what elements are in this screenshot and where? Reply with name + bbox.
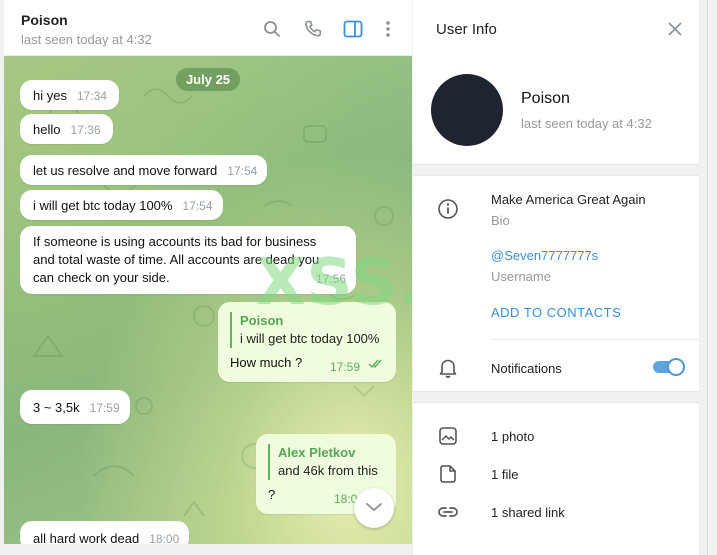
- info-header: User Info: [413, 0, 699, 60]
- info-title: User Info: [436, 21, 497, 38]
- message-time: 17:34: [76, 89, 107, 103]
- message-bubble-incoming[interactable]: let us resolve and move forward 17:54: [20, 155, 268, 185]
- message-text: hi yes: [33, 88, 67, 103]
- add-to-contacts-button[interactable]: ADD TO CONTACTS: [491, 305, 621, 320]
- double-check-icon: [368, 356, 386, 374]
- message-text: let us resolve and move forward: [33, 163, 218, 178]
- message-text-line: If someone is using accounts its bad for…: [33, 234, 317, 249]
- avatar[interactable]: [431, 74, 503, 146]
- message-bubble-incoming[interactable]: hello 17:36: [20, 114, 113, 144]
- message-bubble-incoming[interactable]: all hard work dead 18:00: [20, 521, 190, 544]
- close-button[interactable]: [667, 21, 685, 39]
- profile-name: Poison: [521, 90, 570, 107]
- telegram-window: Poison last seen today at 4:32 July 25 h…: [0, 0, 717, 555]
- reply-author: Alex Pletkov: [278, 445, 356, 460]
- message-time: 17:59: [330, 360, 361, 374]
- message-text: hello: [33, 122, 61, 137]
- message-bubble-incoming[interactable]: hi yes 17:34: [20, 80, 119, 110]
- chat-status: last seen today at 4:32: [21, 32, 152, 47]
- reply-quote[interactable]: Poison i will get btc today 100%: [230, 312, 384, 348]
- toggle-knob: [667, 358, 685, 376]
- message-bubble-incoming[interactable]: i will get btc today 100% 17:54: [20, 190, 223, 220]
- file-icon: [437, 463, 459, 485]
- message-time: 18:00: [149, 532, 180, 544]
- reply-text: and 46k from this: [278, 463, 378, 478]
- notifications-toggle[interactable]: [653, 358, 685, 376]
- message-text: i will get btc today 100%: [33, 198, 173, 213]
- date-separator: July 25: [176, 68, 240, 91]
- reply-text: i will get btc today 100%: [240, 331, 380, 346]
- notifications-label: Notifications: [491, 361, 562, 376]
- bio-text: Make America Great Again: [491, 192, 646, 207]
- chat-pane: Poison last seen today at 4:32 July 25 h…: [4, 0, 412, 544]
- message-bubble-incoming[interactable]: 3 ~ 3,5k 17:59: [20, 390, 130, 424]
- close-icon: [667, 22, 683, 41]
- message-time: 17:59: [89, 401, 120, 415]
- message-time: 17:56: [315, 272, 346, 286]
- chat-messages-area[interactable]: July 25 hi yes 17:34 hello 17:36 let us re…: [4, 56, 412, 544]
- phone-icon[interactable]: [303, 19, 323, 39]
- links-count: 1 shared link: [491, 505, 565, 520]
- scroll-to-bottom-button[interactable]: [354, 488, 394, 528]
- username-link[interactable]: @Seven7777777s: [491, 248, 598, 263]
- message-time: 17:54: [182, 199, 213, 213]
- shared-links-row[interactable]: 1 shared link: [413, 494, 699, 532]
- message-bubble-outgoing[interactable]: Poison i will get btc today 100% How muc…: [218, 302, 396, 382]
- message-time: 17:36: [70, 123, 101, 137]
- reply-author: Poison: [240, 313, 284, 328]
- message-bubble-incoming[interactable]: If someone is using accounts its bad for…: [20, 226, 356, 294]
- more-vertical-icon[interactable]: [378, 19, 398, 39]
- message-text: 3 ~ 3,5k: [33, 400, 80, 415]
- section-divider: [413, 391, 699, 403]
- chevron-down-icon: [365, 499, 383, 517]
- user-info-panel: User Info Poison last seen today at 4:32…: [413, 0, 699, 555]
- chat-header: Poison last seen today at 4:32: [4, 0, 412, 56]
- link-icon: [437, 501, 459, 523]
- info-icon: [437, 198, 459, 220]
- search-icon[interactable]: [262, 19, 282, 39]
- message-text-line: and total waste of time. All accounts ar…: [33, 252, 320, 267]
- message-text: How much ?: [230, 355, 303, 370]
- reply-quote[interactable]: Alex Pletkov and 46k from this: [268, 444, 384, 480]
- message-text-line: can check on your side.: [33, 270, 170, 285]
- divider: [491, 339, 699, 340]
- photo-icon: [437, 425, 459, 447]
- sidebar-toggle-icon[interactable]: [343, 19, 363, 39]
- files-count: 1 file: [491, 467, 519, 482]
- bio-label: Bio: [491, 213, 510, 228]
- photos-count: 1 photo: [491, 429, 535, 444]
- chat-title[interactable]: Poison: [21, 12, 68, 28]
- bell-icon: [437, 357, 459, 379]
- message-time: 17:54: [227, 164, 258, 178]
- shared-photos-row[interactable]: 1 photo: [413, 418, 699, 456]
- window-edge: [699, 0, 717, 555]
- message-text: all hard work dead: [33, 531, 140, 544]
- shared-files-row[interactable]: 1 file: [413, 456, 699, 494]
- profile-status: last seen today at 4:32: [521, 116, 652, 131]
- username-label: Username: [491, 269, 551, 284]
- section-divider: [413, 164, 699, 176]
